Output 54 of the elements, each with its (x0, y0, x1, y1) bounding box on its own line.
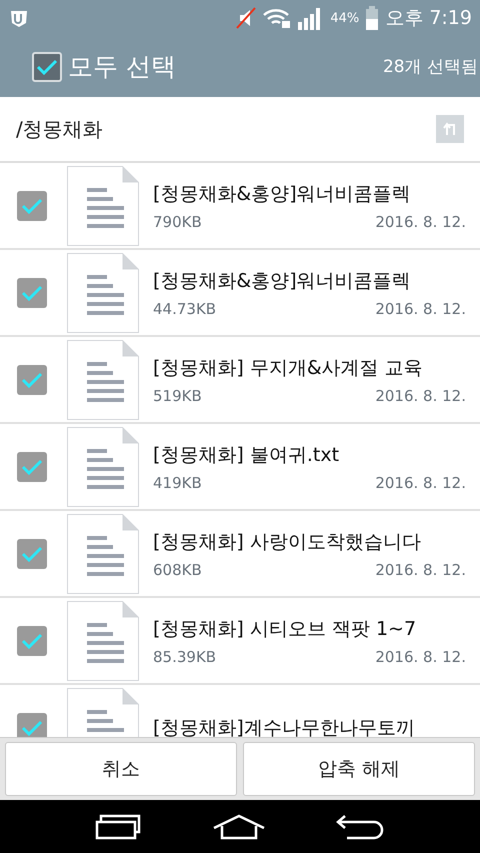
file-name: [청몽채화&홍양]워너비콤플렉 (153, 268, 412, 294)
file-size: 419KB (153, 474, 202, 492)
document-icon (67, 426, 139, 506)
file-size: 44.73KB (153, 300, 216, 318)
file-checkbox[interactable] (17, 190, 47, 220)
file-date: 2016. 8. 12. (375, 300, 466, 318)
selected-count: 28개 선택됨 (382, 56, 479, 78)
file-date: 2016. 8. 12. (375, 474, 466, 492)
file-name: [청몽채화] 사랑이도착했습니다 (153, 530, 422, 554)
file-size: 519KB (153, 386, 202, 404)
file-name: [청몽채화]계수나무한나무토끼 (153, 716, 416, 737)
document-icon (67, 252, 139, 332)
file-checkbox[interactable] (17, 626, 47, 656)
file-size: 608KB (153, 560, 202, 578)
cancel-button[interactable]: 취소 (5, 742, 237, 796)
checkmark-icon (21, 458, 43, 476)
checkmark-icon (21, 370, 43, 388)
file-checkbox[interactable] (17, 712, 47, 737)
back-icon[interactable] (335, 814, 386, 840)
extract-button[interactable]: 압축 해제 (243, 742, 475, 796)
checkmark-icon (36, 58, 58, 76)
file-date: 2016. 8. 12. (375, 212, 466, 230)
clock: 오후 7:19 (385, 6, 472, 31)
parent-folder-button[interactable] (436, 115, 464, 143)
file-name: [청몽채화&홍양]워너비콤플렉 (153, 182, 412, 206)
checkmark-icon (21, 284, 43, 302)
battery-percent: 44% (330, 10, 360, 26)
file-date: 2016. 8. 12. (375, 386, 466, 404)
file-size: 790KB (153, 212, 202, 230)
home-icon[interactable] (212, 814, 266, 840)
file-checkbox[interactable] (17, 452, 47, 482)
checkmark-icon (21, 196, 43, 214)
file-name: [청몽채화] 시티오브 잭팟 1~7 (153, 616, 418, 642)
file-checkbox[interactable] (17, 364, 47, 394)
file-checkbox[interactable] (17, 538, 47, 568)
file-name: [청몽채화] 무지개&사계절 교육 (153, 356, 424, 380)
checkmark-icon (21, 632, 43, 650)
recent-apps-icon[interactable] (94, 814, 143, 840)
document-icon (67, 514, 139, 594)
wifi-icon (262, 7, 292, 29)
file-size: 85.39KB (153, 648, 216, 666)
battery-icon (365, 6, 380, 30)
up-arrow-icon (443, 122, 457, 136)
document-icon (67, 166, 139, 246)
checkmark-icon (21, 718, 43, 736)
checkmark-icon (21, 544, 43, 562)
mute-icon (236, 7, 256, 29)
file-date: 2016. 8. 12. (375, 648, 466, 666)
document-icon (67, 600, 139, 680)
folder-path: /청몽채화 (16, 116, 103, 142)
document-icon (67, 340, 139, 420)
file-name: [청몽채화] 불여귀.txt (153, 442, 340, 468)
file-date: 2016. 8. 12. (375, 560, 466, 578)
file-checkbox[interactable] (17, 278, 47, 308)
